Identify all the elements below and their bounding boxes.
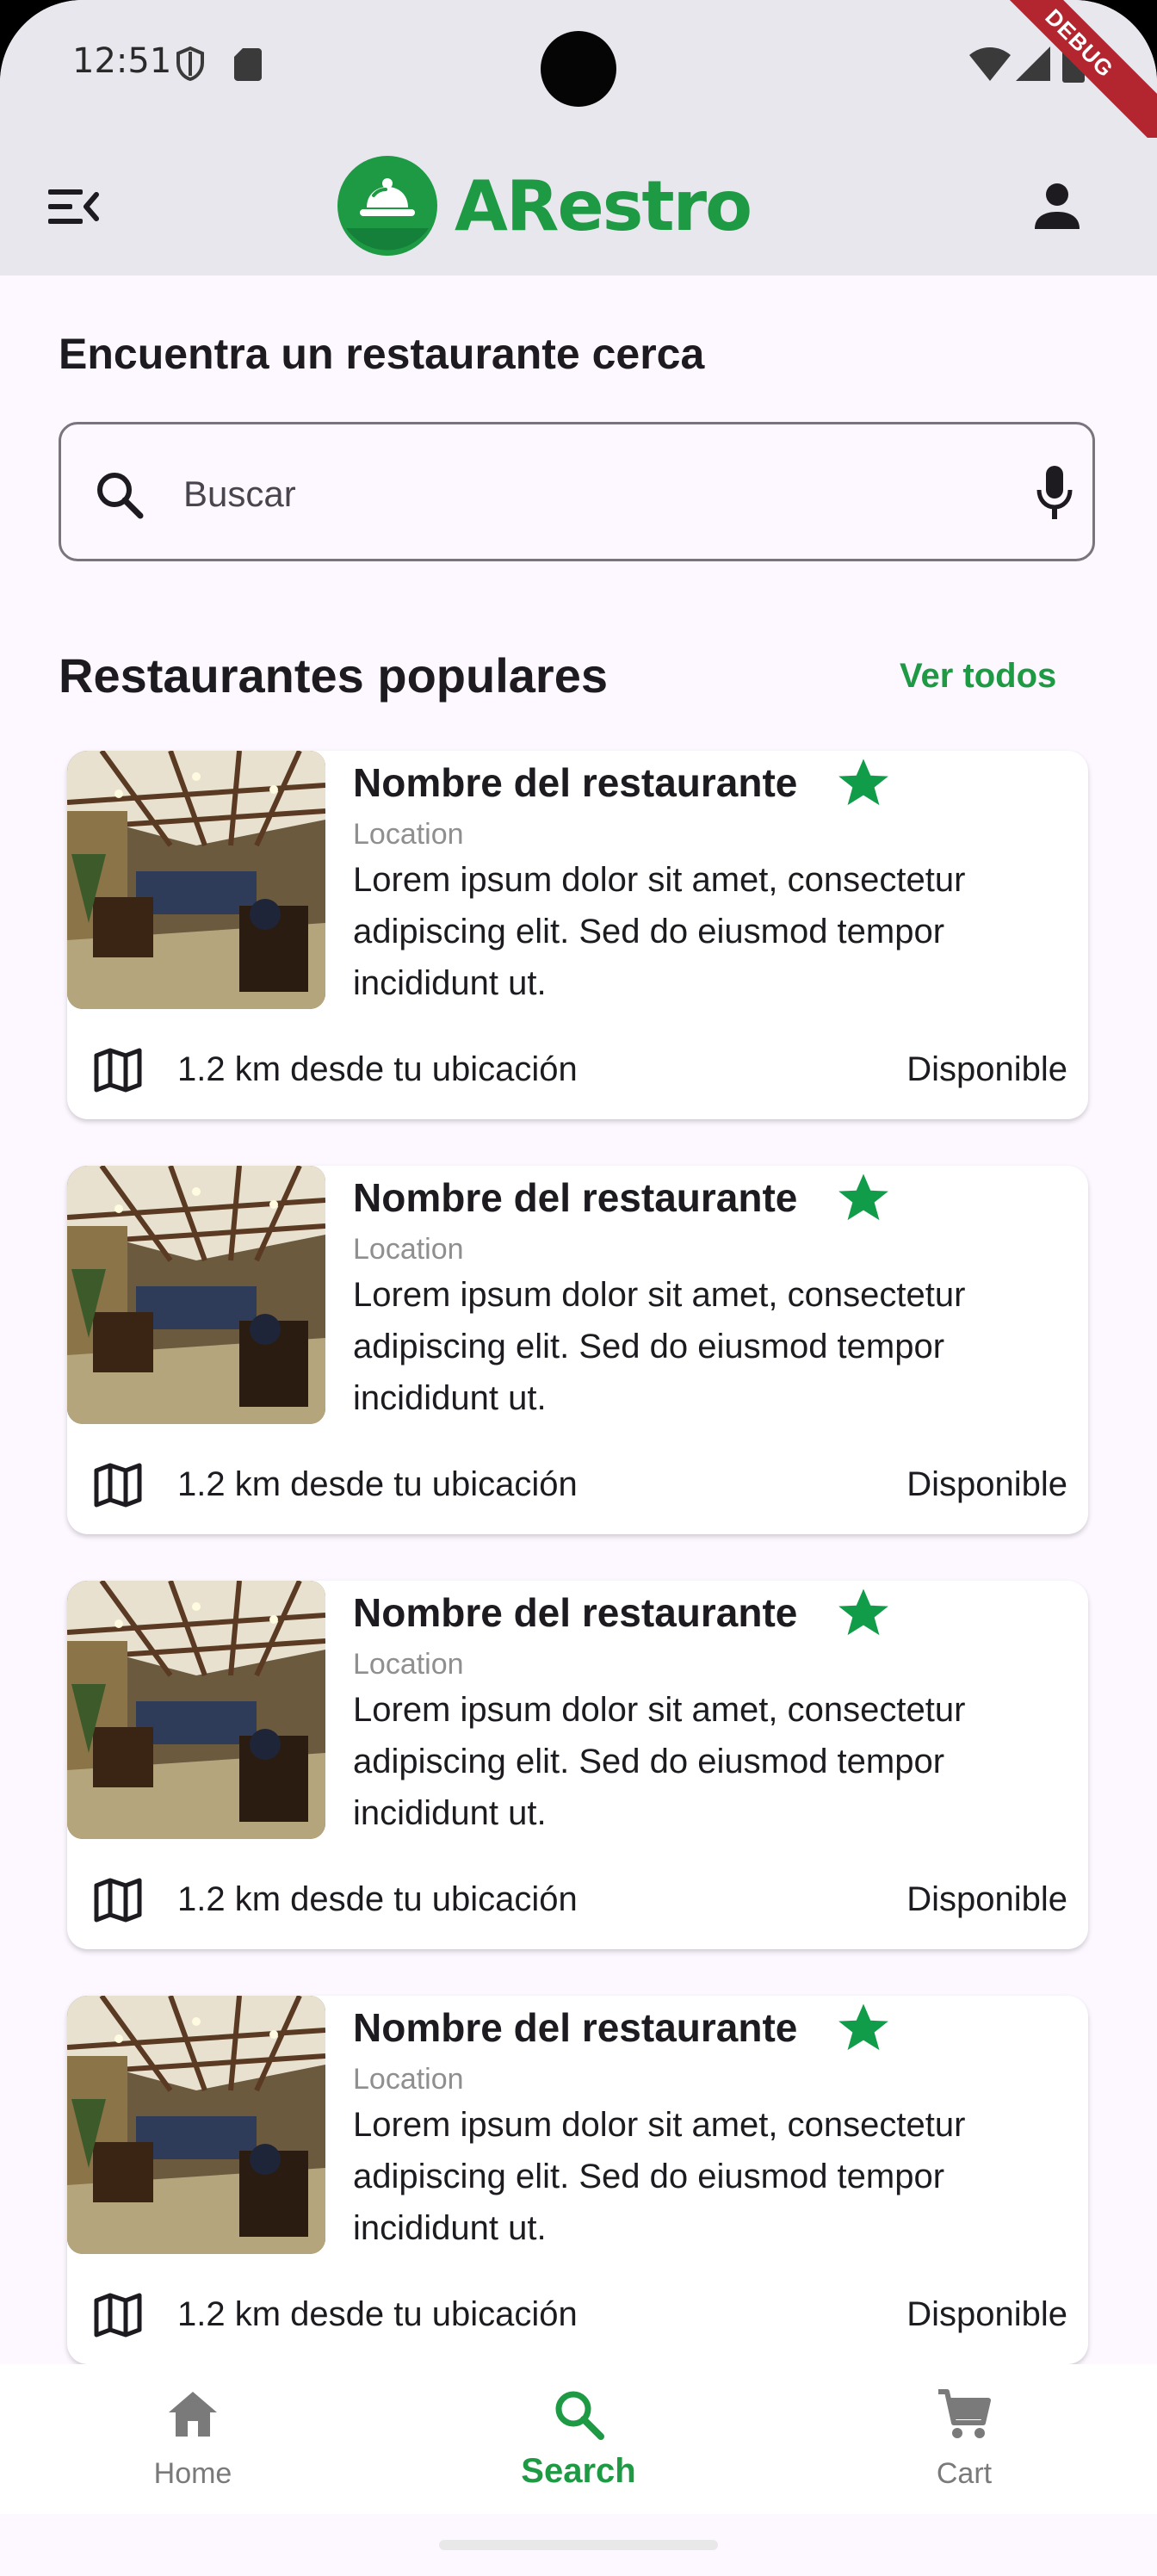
restaurant-distance: 1.2 km desde tu ubicación — [177, 1050, 578, 1088]
search-heading: Encuentra un restaurante cerca — [59, 330, 705, 378]
app-screen: 12:51 DEBUG ARestro Encuentra un restaur… — [0, 0, 1157, 2576]
front-camera — [541, 31, 616, 107]
map-icon — [94, 2293, 142, 2338]
search-icon — [97, 473, 144, 519]
restaurant-photo — [67, 1581, 325, 1839]
restaurant-distance: 1.2 km desde tu ubicación — [177, 1880, 578, 1918]
home-icon — [169, 2392, 217, 2437]
status-bar: 12:51 DEBUG — [0, 0, 1157, 154]
nav-search-label: Search — [521, 2452, 636, 2490]
nav-home-label: Home — [153, 2457, 232, 2490]
search-input[interactable] — [182, 459, 960, 529]
restaurant-distance: 1.2 km desde tu ubicación — [177, 1465, 578, 1503]
restaurant-card[interactable]: Nombre del restaurante Location Lorem ip… — [67, 1581, 1088, 1949]
restaurant-location: Location — [353, 1233, 464, 1266]
gesture-handle[interactable] — [439, 2540, 718, 2550]
status-time: 12:51 — [72, 41, 172, 81]
restaurant-card[interactable]: Nombre del restaurante Location Lorem ip… — [67, 751, 1088, 1119]
nav-home[interactable]: Home — [0, 2364, 386, 2514]
nav-cart-label: Cart — [936, 2457, 993, 2490]
restaurant-card[interactable]: Nombre del restaurante Location Lorem ip… — [67, 1166, 1088, 1534]
restaurant-distance: 1.2 km desde tu ubicación — [177, 2295, 578, 2333]
map-icon — [94, 1878, 142, 1923]
restaurant-description: Lorem ipsum dolor sit amet, consectetur … — [353, 2106, 966, 2247]
restaurant-photo — [67, 1996, 325, 2254]
map-icon — [94, 1048, 142, 1093]
restaurant-description: Lorem ipsum dolor sit amet, consectetur … — [353, 1276, 966, 1417]
menu-open-icon[interactable] — [45, 183, 100, 231]
account-icon[interactable] — [1026, 176, 1088, 238]
app-logo: ARestro — [336, 150, 752, 262]
restaurant-card[interactable]: Nombre del restaurante Location Lorem ip… — [67, 1996, 1088, 2364]
availability-status: Disponible — [906, 1050, 1067, 1088]
cart-icon — [938, 2389, 991, 2438]
microphone-icon[interactable] — [1036, 462, 1073, 524]
map-icon — [94, 1463, 142, 1508]
nav-cart[interactable]: Cart — [771, 2364, 1157, 2514]
restaurant-location: Location — [353, 2063, 464, 2096]
restaurant-location: Location — [353, 818, 464, 851]
app-name: ARestro — [455, 165, 752, 246]
sd-card-icon — [234, 48, 262, 81]
availability-status: Disponible — [906, 1880, 1067, 1918]
star-icon[interactable] — [835, 754, 892, 811]
restaurant-cloche-icon — [337, 156, 437, 256]
search-bar[interactable] — [59, 422, 1095, 561]
wifi-icon — [969, 47, 1011, 81]
popular-heading: Restaurantes populares — [59, 648, 608, 703]
star-icon[interactable] — [835, 1169, 892, 1226]
star-icon[interactable] — [835, 1999, 892, 2056]
availability-status: Disponible — [906, 2295, 1067, 2333]
restaurant-photo — [67, 751, 325, 1009]
shield-icon — [176, 46, 204, 81]
restaurant-description: Lorem ipsum dolor sit amet, consectetur … — [353, 861, 966, 1002]
signal-icon — [1016, 46, 1050, 81]
restaurant-name: Nombre del restaurante — [353, 760, 798, 805]
app-bar: ARestro — [0, 138, 1157, 276]
see-all-link[interactable]: Ver todos — [900, 657, 1056, 696]
restaurant-name: Nombre del restaurante — [353, 1590, 798, 1635]
restaurant-location: Location — [353, 1648, 464, 1681]
search-icon — [555, 2391, 604, 2440]
restaurant-description: Lorem ipsum dolor sit amet, consectetur … — [353, 1691, 966, 1832]
nav-search[interactable]: Search — [386, 2364, 771, 2514]
restaurant-name: Nombre del restaurante — [353, 1175, 798, 1220]
availability-status: Disponible — [906, 1465, 1067, 1503]
restaurant-name: Nombre del restaurante — [353, 2005, 798, 2050]
star-icon[interactable] — [835, 1584, 892, 1641]
bottom-navigation: Home Search Cart — [0, 2364, 1157, 2514]
restaurant-photo — [67, 1166, 325, 1424]
